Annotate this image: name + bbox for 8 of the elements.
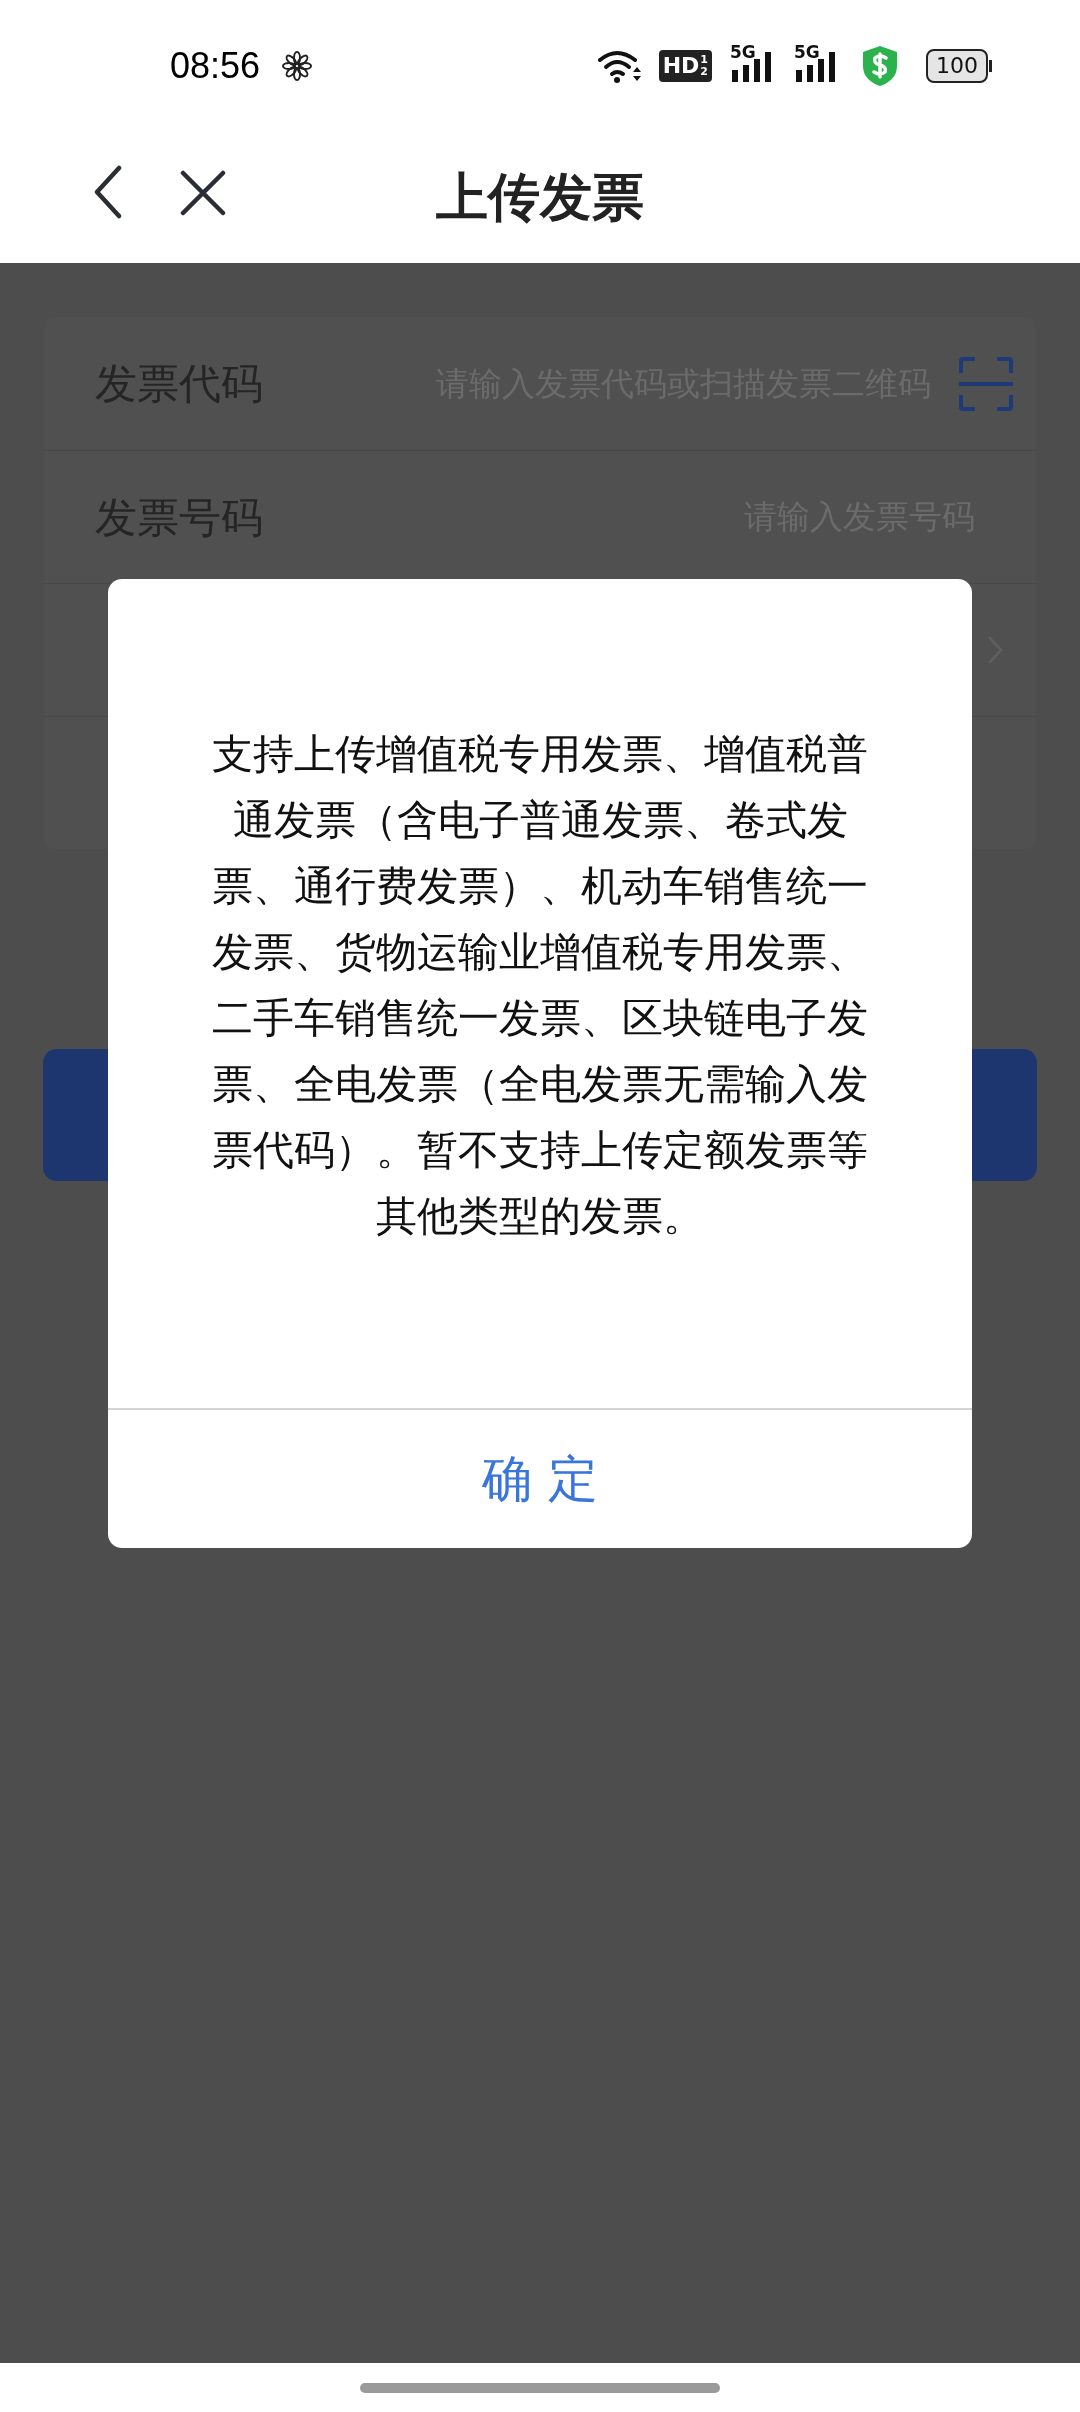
close-button[interactable] bbox=[180, 170, 226, 216]
clock-time: 08:56 bbox=[170, 44, 261, 88]
shield-icon bbox=[860, 44, 900, 88]
flower-icon bbox=[282, 51, 313, 81]
confirm-button[interactable]: 确 定 bbox=[108, 1408, 972, 1548]
page-title: 上传发票 bbox=[436, 165, 644, 229]
wifi-icon bbox=[596, 48, 643, 84]
dialog-message: 支持上传增值税专用发票、增值税普通发票（含电子普通发票、卷式发票、通行费发票）、机动车销售统一发票、货物运输业增值税专用发票、二手车销售统一发票、区块链电子发票、全电发票（全电发票无需输入发票代码）。暂不支持上传定额发票等其他类型的发票。 bbox=[211, 728, 869, 1242]
